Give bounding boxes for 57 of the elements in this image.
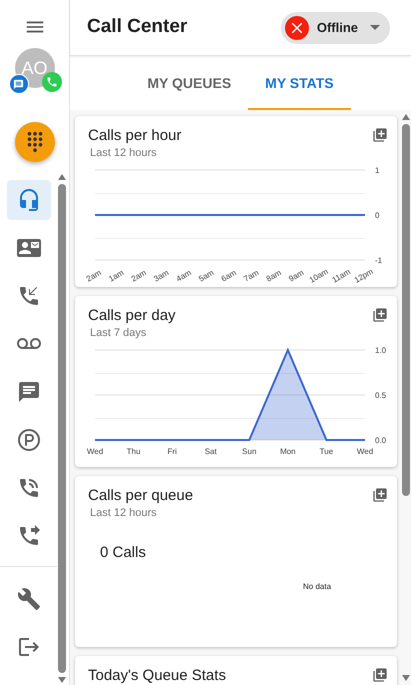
card-subtitle: Last 7 days <box>90 326 148 340</box>
add-icon <box>372 667 388 683</box>
status-selector[interactable]: Offline <box>280 12 390 44</box>
y-tick-label: 0.0 <box>375 436 386 445</box>
card-subtitle: Last 12 hours <box>90 146 158 160</box>
calls-total: 0 Calls <box>100 543 147 563</box>
x-tick-label: 2am <box>130 268 148 284</box>
card-subtitle: Last 12 hours <box>90 506 158 520</box>
x-tick-label: 8am <box>264 268 283 284</box>
card-title: Calls per hour <box>88 126 182 146</box>
x-tick-label: 3am <box>152 268 170 284</box>
x-tick-label: Sun <box>242 447 256 456</box>
no-data-text: No data <box>303 580 332 592</box>
contact-card-icon <box>16 236 40 260</box>
logout-icon <box>16 635 40 659</box>
card-title: Calls per queue <box>88 486 194 506</box>
y-tick-label: 1.0 <box>375 346 386 355</box>
page-title: Call Center <box>87 15 188 40</box>
x-tick-label: 7am <box>242 268 260 284</box>
x-tick-label: 5am <box>197 268 216 284</box>
card-title: Today's Queue Stats <box>88 666 226 685</box>
x-tick-label: 9am <box>287 268 306 284</box>
x-tick-label: 12pm <box>352 266 375 285</box>
x-tick-label: 1am <box>107 268 126 284</box>
x-tick-label: Wed <box>356 447 374 456</box>
x-tick-label: Fri <box>167 447 177 456</box>
wrench-icon <box>16 587 40 611</box>
add-to-dashboard-button[interactable] <box>371 486 389 504</box>
tab[interactable]: MY QUEUES <box>130 56 248 110</box>
card-title: Calls per day <box>88 306 176 326</box>
nav-item[interactable] <box>6 180 50 220</box>
add-icon <box>372 127 388 143</box>
chat-bubble-icon <box>16 380 40 404</box>
y-tick-label: 0 <box>375 211 380 220</box>
add-icon <box>372 487 388 503</box>
x-tick-label: 2am <box>84 268 103 284</box>
x-tick-label: 6am <box>220 268 238 284</box>
offline-icon <box>284 16 309 40</box>
x-tick-label: Thu <box>126 447 140 456</box>
y-tick-label: 0.5 <box>375 391 386 400</box>
y-tick-label: 1 <box>375 166 380 175</box>
x-tick-label: 4am <box>174 268 193 284</box>
x-tick-label: Mon <box>280 447 296 456</box>
add-to-dashboard-button[interactable] <box>371 306 389 324</box>
add-to-dashboard-button[interactable] <box>371 666 389 684</box>
dialpad-button[interactable] <box>14 122 54 162</box>
add-to-dashboard-button[interactable] <box>371 126 389 144</box>
x-tick-label: Wed <box>86 447 104 456</box>
caret-icon <box>370 25 380 30</box>
x-tick-label: Sat <box>204 447 217 456</box>
parking-icon <box>16 428 40 452</box>
x-tick-label: Tue <box>320 447 334 456</box>
add-icon <box>372 307 388 323</box>
x-tick-label: 11am <box>330 267 352 285</box>
y-tick-label: -1 <box>375 256 382 265</box>
chat-badge-icon <box>8 74 28 94</box>
x-tick-label: 10am <box>308 266 330 285</box>
